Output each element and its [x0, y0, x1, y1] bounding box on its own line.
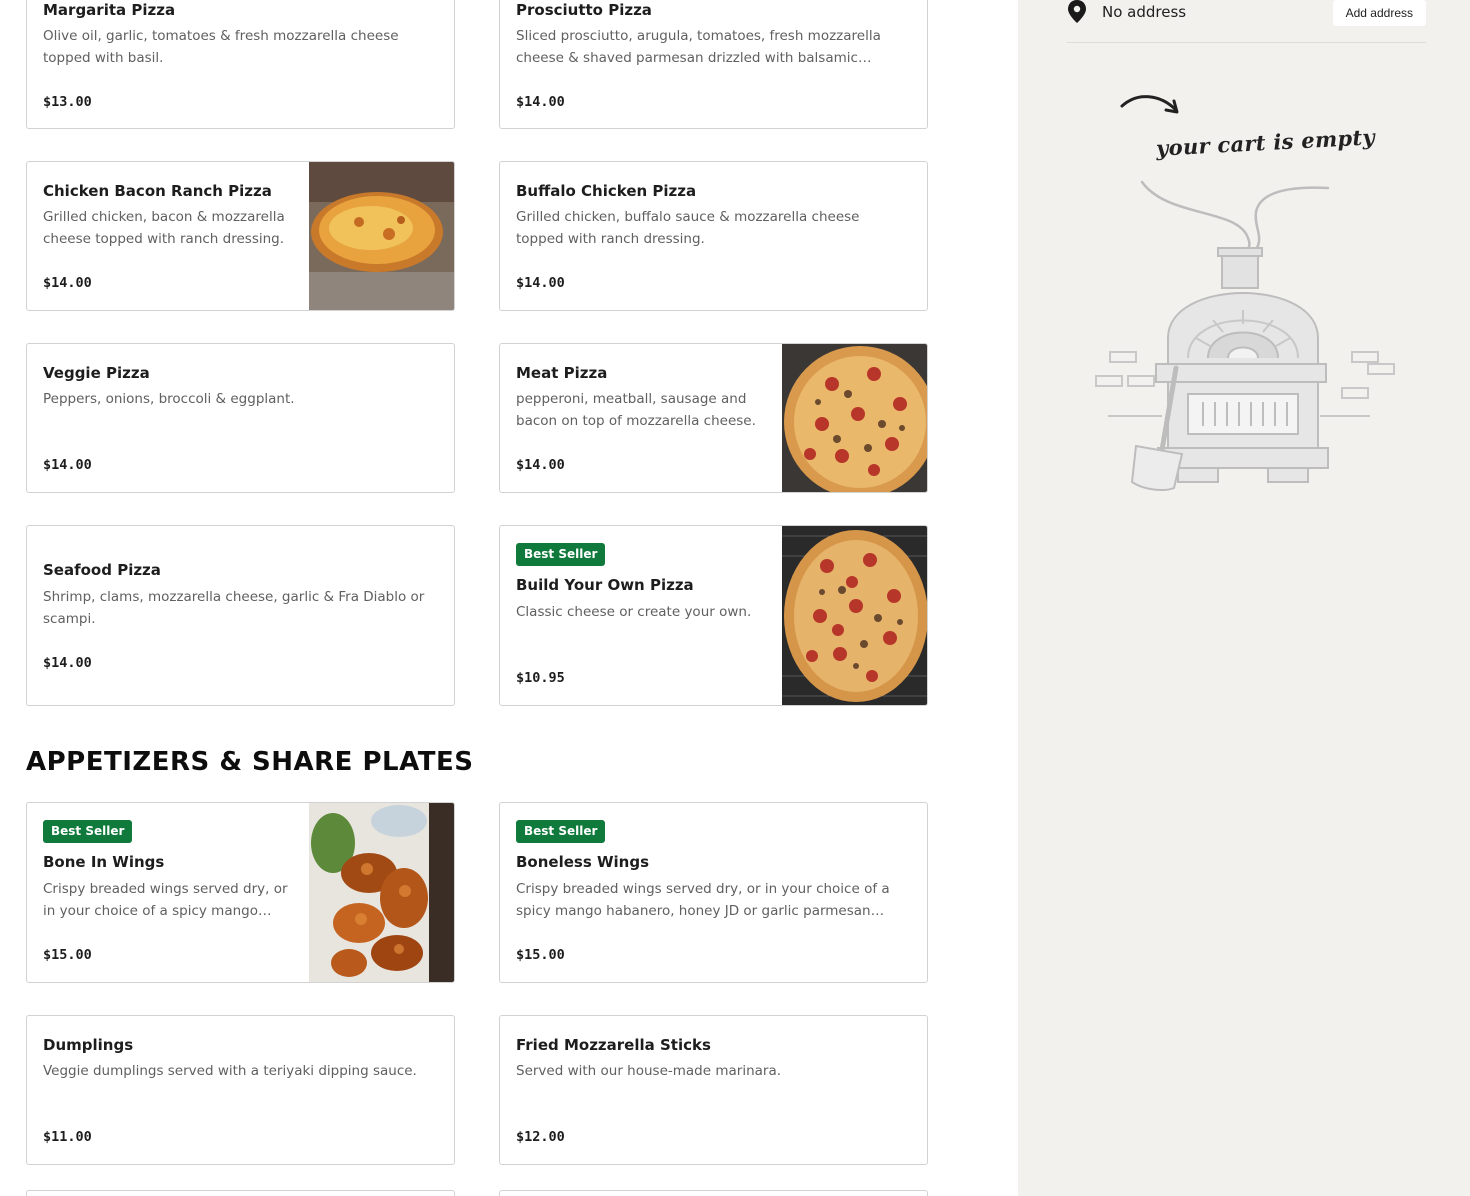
menu-item-name: Build Your Own Pizza: [516, 576, 694, 594]
menu-item-name: Meat Pizza: [516, 364, 608, 382]
menu-item-description: Grilled chicken, buffalo sauce & mozzare…: [516, 209, 860, 247]
menu-item-price: $10.95: [516, 670, 565, 686]
menu-item-price: $14.00: [43, 655, 92, 671]
address-text: No address: [1102, 3, 1187, 21]
menu-item-price: $14.00: [516, 94, 565, 110]
menu-item-card[interactable]: Prosciutto Pizza Sliced prosciutto, arug…: [499, 0, 928, 129]
address-row: No address Add address: [1067, 0, 1426, 43]
menu-item-card[interactable]: Chicken Bacon Ranch Pizza Grilled chicke…: [26, 161, 455, 311]
menu-item-name: Fried Mozzarella Sticks: [516, 1036, 711, 1054]
pizza-photo: [309, 162, 454, 310]
add-address-button[interactable]: Add address: [1332, 0, 1426, 26]
menu-item-description: Peppers, onions, broccoli & eggplant.: [43, 391, 295, 407]
menu-item-description: Shrimp, clams, mozzarella cheese, garlic…: [43, 589, 425, 627]
menu-item-description: Sliced prosciutto, arugula, tomatoes, fr…: [516, 28, 881, 66]
menu-item-price: $14.00: [516, 275, 565, 291]
menu-item-name: Dumplings: [43, 1036, 134, 1054]
menu-item-price: $15.00: [43, 947, 92, 963]
cart-sidebar: No address Add address your cart is empt…: [1018, 0, 1470, 1196]
menu-item-price: $14.00: [43, 457, 92, 473]
menu-item-description: Crispy breaded wings served dry, or in y…: [516, 881, 890, 919]
menu-item-card[interactable]: Best Seller Bone In Wings Crispy breaded…: [26, 802, 455, 983]
menu-item-card[interactable]: Veggie Pizza Peppers, onions, broccoli &…: [26, 343, 455, 493]
menu-item-description: Grilled chicken, bacon & mozzarella chee…: [43, 209, 285, 247]
menu-item-name: Margarita Pizza: [43, 1, 176, 19]
wings-photo: [309, 803, 454, 982]
menu-item-price: $11.00: [43, 1129, 92, 1145]
menu-content: Margarita Pizza Olive oil, garlic, tomat…: [0, 0, 1018, 1196]
menu-item-price: $12.00: [516, 1129, 565, 1145]
menu-item-card[interactable]: Meat Pizza pepperoni, meatball, sausage …: [499, 343, 928, 493]
menu-item-name: Veggie Pizza: [43, 364, 150, 382]
menu-item-price: $13.00: [43, 94, 92, 110]
menu-item-name: Bone In Wings: [43, 853, 165, 871]
menu-item-price: $15.00: [516, 947, 565, 963]
menu-item-card[interactable]: Best Seller Boneless Wings Crispy breade…: [499, 802, 928, 983]
menu-item-card[interactable]: [26, 1190, 455, 1196]
pizza-photo: [782, 526, 927, 705]
menu-item-name: Boneless Wings: [516, 853, 650, 871]
menu-item-card[interactable]: Dumplings Veggie dumplings served with a…: [26, 1015, 455, 1165]
menu-item-card[interactable]: Margarita Pizza Olive oil, garlic, tomat…: [26, 0, 455, 129]
menu-item-card[interactable]: [499, 1190, 928, 1196]
section-title: APPETIZERS & SHARE PLATES: [26, 747, 474, 777]
menu-item-name: Chicken Bacon Ranch Pizza: [43, 182, 272, 200]
menu-item-card[interactable]: Best Seller Build Your Own Pizza Classic…: [499, 525, 928, 706]
menu-item-card[interactable]: Buffalo Chicken Pizza Grilled chicken, b…: [499, 161, 928, 311]
menu-item-description: Classic cheese or create your own.: [516, 604, 752, 620]
menu-item-card[interactable]: Seafood Pizza Shrimp, clams, mozzarella …: [26, 525, 455, 706]
pizza-photo: [782, 344, 927, 492]
best-seller-badge: Best Seller: [43, 820, 133, 843]
menu-item-name: Seafood Pizza: [43, 561, 161, 579]
best-seller-badge: Best Seller: [516, 820, 606, 843]
menu-item-description: Served with our house-made marinara.: [516, 1063, 782, 1079]
menu-item-price: $14.00: [516, 457, 565, 473]
menu-item-name: Buffalo Chicken Pizza: [516, 182, 697, 200]
map-pin-icon: [1068, 0, 1086, 23]
menu-item-price: $14.00: [43, 275, 92, 291]
menu-item-description: pepperoni, meatball, sausage and bacon o…: [516, 391, 756, 429]
best-seller-badge: Best Seller: [516, 543, 606, 566]
menu-item-card[interactable]: Fried Mozzarella Sticks Served with our …: [499, 1015, 928, 1165]
menu-item-description: Crispy breaded wings served dry, or in y…: [43, 881, 288, 919]
menu-item-description: Olive oil, garlic, tomatoes & fresh mozz…: [43, 28, 399, 66]
menu-item-description: Veggie dumplings served with a teriyaki …: [43, 1063, 417, 1079]
menu-item-name: Prosciutto Pizza: [516, 1, 652, 19]
